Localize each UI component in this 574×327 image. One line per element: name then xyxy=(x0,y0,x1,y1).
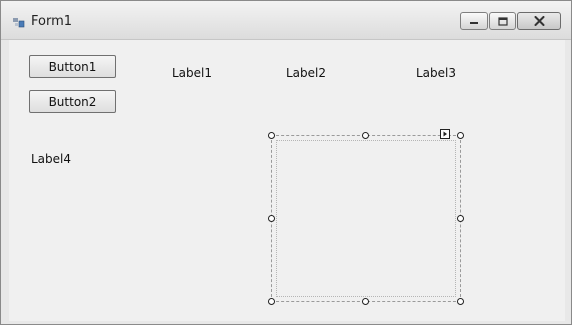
maximize-button[interactable] xyxy=(489,12,516,30)
minimize-icon xyxy=(470,22,478,24)
selected-panel[interactable] xyxy=(271,135,461,302)
form-window: Form1 Button1 Button2 Label1 Label2 Labe… xyxy=(0,0,572,325)
title-bar[interactable]: Form1 xyxy=(1,1,571,40)
resize-handle-bottom[interactable] xyxy=(362,298,369,305)
button2[interactable]: Button2 xyxy=(29,90,116,113)
smart-tag-button[interactable] xyxy=(440,129,450,139)
close-button[interactable] xyxy=(517,12,561,30)
window-title: Form1 xyxy=(31,14,73,29)
resize-handle-bottom-right[interactable] xyxy=(457,298,464,305)
resize-handle-top[interactable] xyxy=(362,132,369,139)
button1[interactable]: Button1 xyxy=(29,55,116,78)
label3[interactable]: Label3 xyxy=(416,66,456,80)
arrow-right-icon xyxy=(443,131,447,137)
label4[interactable]: Label4 xyxy=(31,152,71,166)
panel-inner-border xyxy=(276,140,456,297)
resize-handle-bottom-left[interactable] xyxy=(268,298,275,305)
resize-handle-right[interactable] xyxy=(457,215,464,222)
minimize-button[interactable] xyxy=(460,12,488,30)
form-app-icon xyxy=(13,18,25,28)
resize-handle-top-right[interactable] xyxy=(457,132,464,139)
form-client-area[interactable]: Button1 Button2 Label1 Label2 Label3 Lab… xyxy=(9,40,565,321)
label1[interactable]: Label1 xyxy=(172,66,212,80)
resize-handle-top-left[interactable] xyxy=(268,132,275,139)
resize-handle-left[interactable] xyxy=(268,215,275,222)
maximize-icon xyxy=(497,16,508,26)
label2[interactable]: Label2 xyxy=(286,66,326,80)
close-icon xyxy=(534,16,544,26)
